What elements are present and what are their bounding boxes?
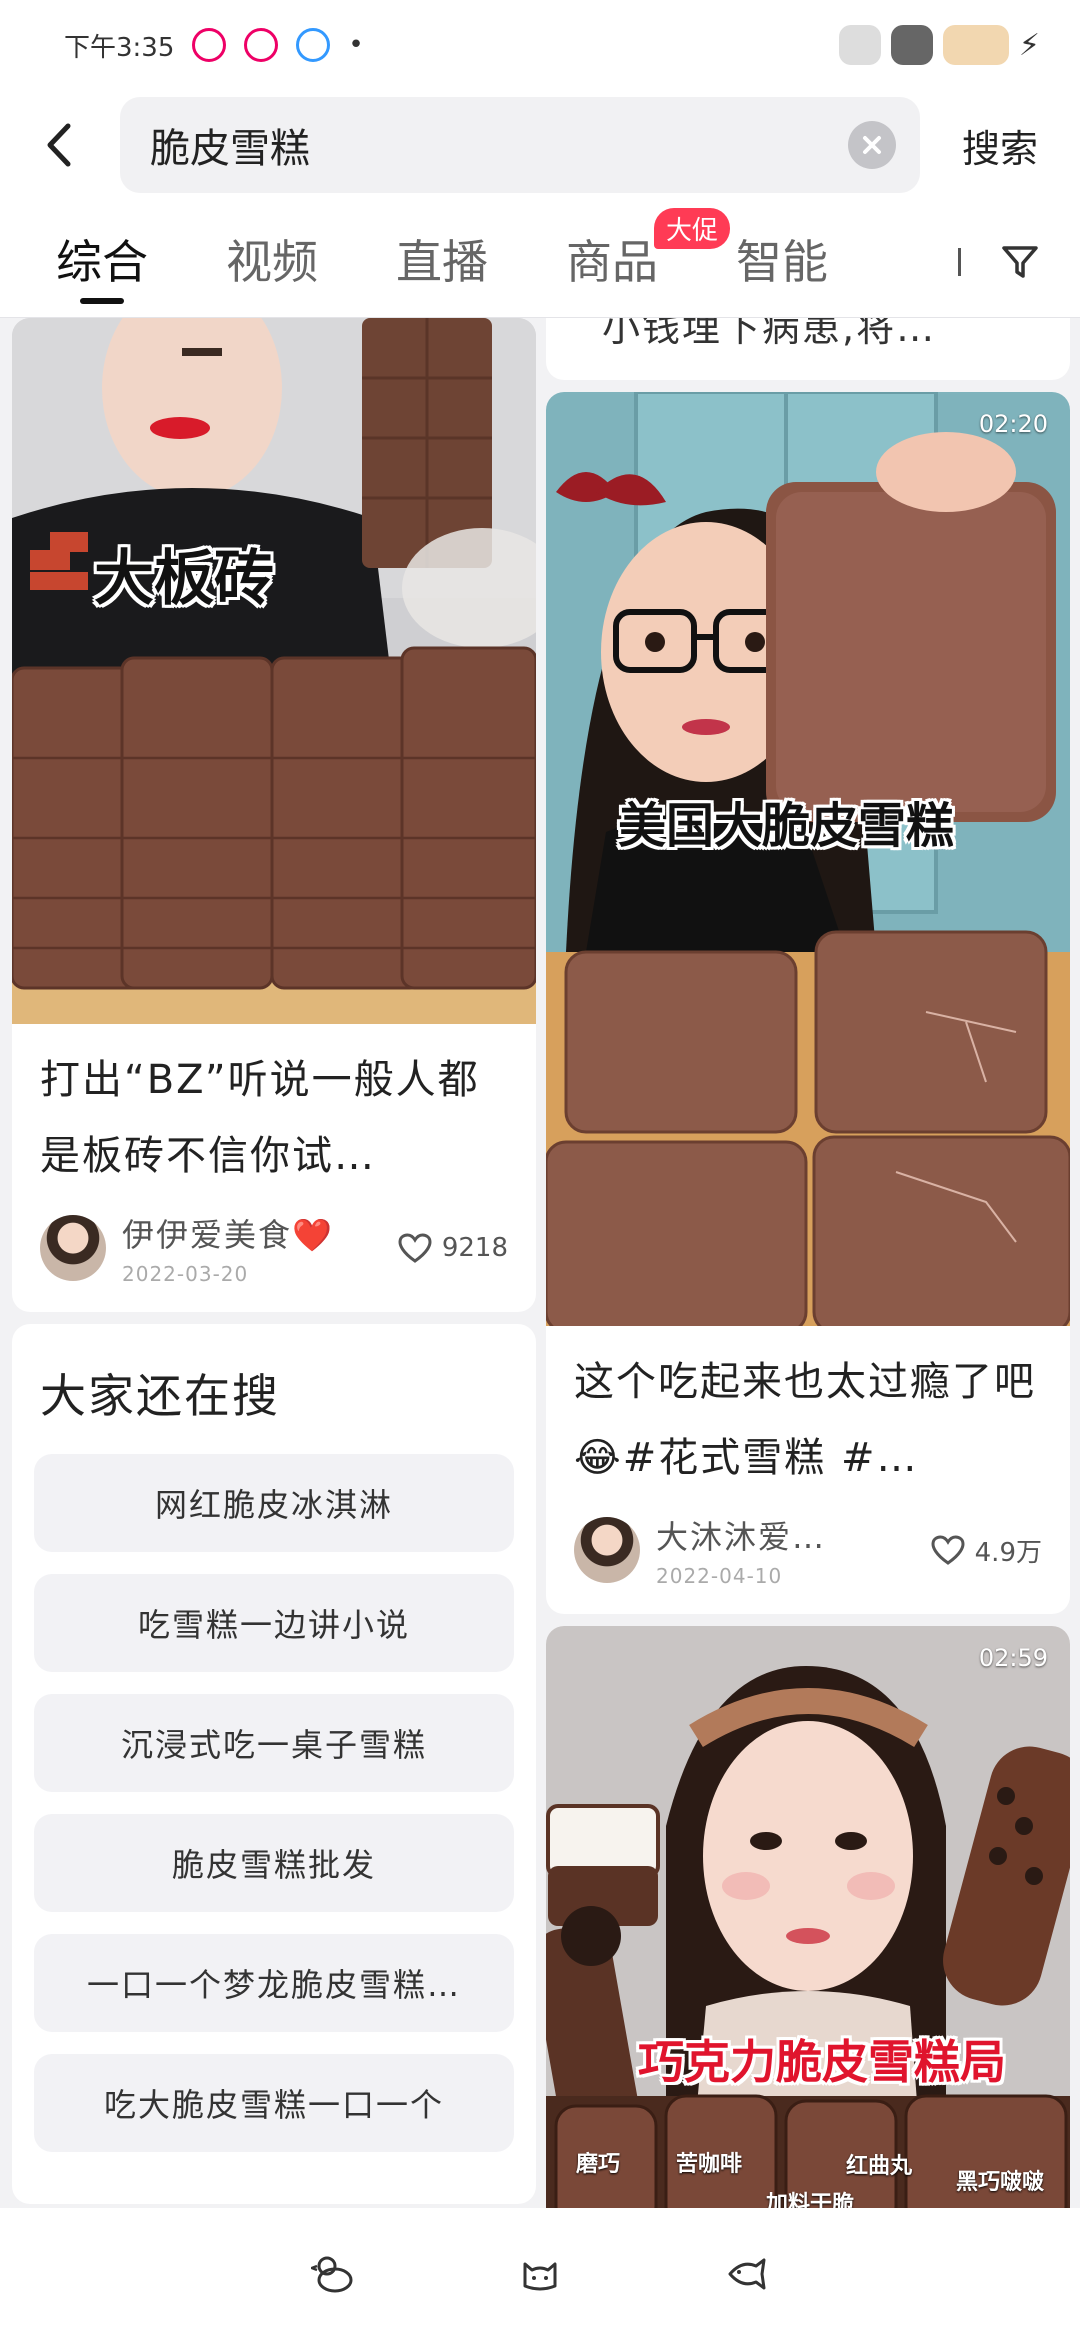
tab-label: 商品 bbox=[566, 234, 658, 289]
tab-products[interactable]: 商品 大促 bbox=[566, 207, 731, 304]
notification-icon bbox=[244, 28, 279, 62]
author-block: 大沐沐爱… 2022-04-10 bbox=[656, 1512, 931, 1588]
promo-badge: 大促 bbox=[654, 207, 731, 249]
chevron-left-icon bbox=[47, 123, 71, 167]
search-query: 脆皮雪糕 bbox=[150, 126, 310, 172]
thumbnail-caption: 大板砖 bbox=[94, 544, 274, 614]
divider bbox=[958, 248, 961, 276]
related-search-item[interactable]: 沉浸式吃一桌子雪糕 bbox=[34, 1694, 514, 1792]
related-search-item[interactable]: 吃雪糕一边讲小说 bbox=[34, 1574, 514, 1672]
heart-icon bbox=[398, 1233, 432, 1263]
video-card[interactable]: 大板砖 打出“BZ”听说一般人都是板砖不信你试… 伊伊爱美食❤️ 2022-03… bbox=[12, 318, 536, 1312]
related-search-item[interactable]: 吃大脆皮雪糕一口一个 bbox=[34, 2054, 514, 2152]
tab-label: 智能 bbox=[736, 234, 828, 289]
tab-all[interactable]: 综合 bbox=[56, 214, 148, 304]
close-icon bbox=[863, 136, 881, 154]
left-column: 大板砖 打出“BZ”听说一般人都是板砖不信你试… 伊伊爱美食❤️ 2022-03… bbox=[12, 318, 536, 2204]
cat-icon bbox=[890, 25, 933, 65]
like-count: 9218 bbox=[441, 1233, 508, 1263]
author-name[interactable]: 大沐沐爱… bbox=[656, 1512, 931, 1558]
clear-search-button[interactable] bbox=[848, 121, 896, 169]
video-card[interactable]: 02:59 巧克力脆皮雪糕局 磨巧 苦咖啡 红曲丸 黑巧啵啵 加料干脆 bbox=[546, 1626, 1070, 2208]
thumbnail-image bbox=[546, 392, 1070, 1326]
related-search-item[interactable]: 一口一个梦龙脆皮雪糕… bbox=[34, 1934, 514, 2032]
flavor-label: 加料干脆 bbox=[766, 2192, 855, 2208]
flavor-label: 红曲丸 bbox=[846, 2154, 913, 2179]
like-button[interactable]: 9218 bbox=[398, 1233, 508, 1263]
flavor-label: 磨巧 bbox=[576, 2152, 621, 2177]
tab-video[interactable]: 视频 bbox=[226, 214, 318, 304]
tab-label: 综合 bbox=[56, 234, 148, 289]
post-date: 2022-04-10 bbox=[656, 1564, 783, 1588]
notification-icon bbox=[192, 28, 227, 62]
avatar[interactable] bbox=[574, 1517, 640, 1583]
video-meta: 大沐沐爱… 2022-04-10 4.9万 bbox=[546, 1496, 1070, 1614]
post-date: 2022-03-20 bbox=[122, 1262, 249, 1286]
author-name[interactable]: 伊伊爱美食❤️ bbox=[122, 1210, 398, 1256]
search-header: 脆皮雪糕 搜索 bbox=[0, 90, 1080, 200]
search-tabs: 综合 视频 直播 商品 大促 智能 bbox=[0, 200, 1080, 318]
related-search-item[interactable]: 网红脆皮冰淇淋 bbox=[34, 1454, 514, 1552]
thumbnail-image bbox=[546, 1626, 1070, 2208]
cat-icon bbox=[838, 25, 881, 65]
video-duration: 02:59 bbox=[978, 1644, 1048, 1672]
back-button[interactable] bbox=[0, 90, 120, 200]
thumbnail-caption: 美国大脆皮雪糕 bbox=[618, 798, 955, 854]
status-left: 下午3:35 • bbox=[64, 27, 364, 64]
status-right: ⚡ bbox=[838, 25, 1040, 65]
related-search-item[interactable]: 脆皮雪糕批发 bbox=[34, 1814, 514, 1912]
like-button[interactable]: 4.9万 bbox=[931, 1532, 1042, 1569]
heart-icon bbox=[931, 1535, 965, 1565]
like-count: 4.9万 bbox=[974, 1537, 1042, 1568]
notification-icon bbox=[296, 28, 331, 62]
video-thumbnail[interactable]: 02:59 巧克力脆皮雪糕局 磨巧 苦咖啡 红曲丸 黑巧啵啵 加料干脆 bbox=[546, 1626, 1070, 2208]
video-title: 打出“BZ”听说一般人都是板砖不信你试… bbox=[40, 1057, 480, 1179]
author-block: 伊伊爱美食❤️ 2022-03-20 bbox=[122, 1210, 398, 1286]
tab-live[interactable]: 直播 bbox=[396, 214, 488, 304]
video-card-partial[interactable]: 小钱埋下病患,将… bbox=[546, 318, 1070, 380]
video-card[interactable]: 02:20 美国大脆皮雪糕 这个吃起来也太过瘾了吧😂#花式雪糕 #… 大沐沐爱…… bbox=[546, 392, 1070, 1614]
filter-button[interactable] bbox=[990, 232, 1050, 292]
nav-fish-button[interactable] bbox=[722, 2249, 772, 2299]
duck-icon bbox=[311, 2256, 353, 2293]
search-button[interactable]: 搜索 bbox=[920, 118, 1080, 173]
related-searches: 大家还在搜 网红脆皮冰淇淋 吃雪糕一边讲小说 沉浸式吃一桌子雪糕 脆皮雪糕批发 … bbox=[12, 1324, 536, 2204]
video-thumbnail[interactable]: 02:20 美国大脆皮雪糕 bbox=[546, 392, 1070, 1326]
related-searches-title: 大家还在搜 bbox=[40, 1369, 280, 1423]
flavor-label: 黑巧啵啵 bbox=[956, 2170, 1045, 2195]
bottom-nav bbox=[0, 2208, 1080, 2340]
thumbnail-image bbox=[12, 318, 536, 1024]
tab-smart[interactable]: 智能 bbox=[736, 214, 828, 304]
cat-icon bbox=[523, 2262, 557, 2291]
status-bar: 下午3:35 • ⚡ bbox=[0, 0, 1080, 90]
thumbnail-caption: 巧克力脆皮雪糕局 bbox=[638, 2035, 1006, 2089]
charging-icon: ⚡ bbox=[1018, 27, 1040, 63]
more-notifications-dot: • bbox=[348, 30, 364, 60]
right-column: 小钱埋下病患,将… 02:20 美国大脆皮雪糕 这个吃起来也太过瘾了吧😂#花式雪… bbox=[546, 318, 1070, 2208]
video-duration: 02:20 bbox=[978, 410, 1048, 438]
battery-icon bbox=[942, 25, 1009, 65]
flavor-label: 苦咖啡 bbox=[676, 2152, 743, 2177]
clock: 下午3:35 bbox=[64, 32, 175, 63]
video-meta: 伊伊爱美食❤️ 2022-03-20 9218 bbox=[12, 1194, 536, 1312]
nav-cat-button[interactable] bbox=[515, 2249, 565, 2299]
search-input[interactable]: 脆皮雪糕 bbox=[120, 97, 920, 193]
filter-icon bbox=[1002, 246, 1038, 278]
results-feed[interactable]: 大板砖 打出“BZ”听说一般人都是板砖不信你试… 伊伊爱美食❤️ 2022-03… bbox=[0, 318, 1080, 2208]
tab-label: 视频 bbox=[226, 234, 318, 289]
fish-icon bbox=[728, 2258, 766, 2290]
video-thumbnail[interactable]: 大板砖 bbox=[12, 318, 536, 1024]
tab-label: 直播 bbox=[396, 234, 488, 289]
video-title: 小钱埋下病患,将… bbox=[602, 318, 937, 350]
nav-home-button[interactable] bbox=[308, 2249, 358, 2299]
avatar[interactable] bbox=[40, 1215, 106, 1281]
video-title: 这个吃起来也太过瘾了吧😂#花式雪糕 #… bbox=[574, 1359, 1036, 1481]
